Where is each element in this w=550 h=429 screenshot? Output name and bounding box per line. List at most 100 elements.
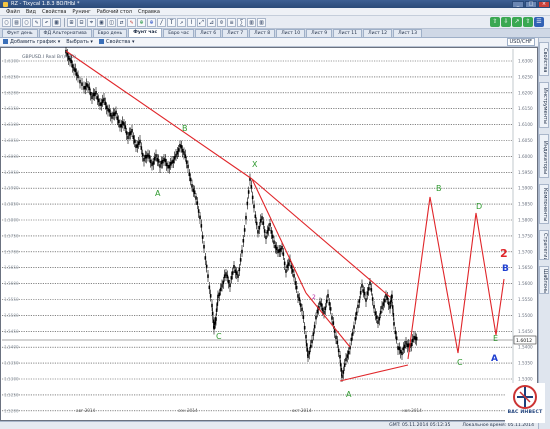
side-tab-strategies[interactable]: Стратегии xyxy=(539,230,549,260)
grid-icon[interactable]: ▦ xyxy=(52,17,61,27)
zoom-out-icon[interactable]: ⊟ xyxy=(77,17,86,27)
left-price-tick-label: 1.5250 xyxy=(4,392,19,397)
menu-desktop[interactable]: Рабочий стол xyxy=(94,9,135,15)
candle-body xyxy=(299,303,302,307)
candle-body xyxy=(237,274,239,278)
candle-body xyxy=(382,302,385,306)
menu-running[interactable]: Рунинг xyxy=(69,9,93,15)
layout-icon[interactable]: ▥ xyxy=(247,17,256,27)
menu-help[interactable]: Справка xyxy=(135,9,163,15)
sum-icon[interactable]: ∑ xyxy=(237,17,246,27)
menu-properties[interactable]: Свойства xyxy=(39,9,69,15)
edit-icon[interactable]: ✎ xyxy=(32,17,41,27)
triangle-tool-icon[interactable]: ⊿ xyxy=(207,17,216,27)
undo-icon[interactable]: ↶ xyxy=(42,17,51,27)
menu-view[interactable]: Вид xyxy=(23,9,39,15)
side-tab-components[interactable]: Компоненты xyxy=(539,184,549,224)
levels-icon[interactable]: ≡ xyxy=(227,17,236,27)
add-indicator-icon[interactable]: ⊕ xyxy=(137,17,146,27)
left-price-tick-label: 1.5950 xyxy=(4,170,19,175)
minimize-button[interactable]: _ xyxy=(512,0,524,8)
frame-icon[interactable]: ▣ xyxy=(97,17,106,27)
candle-body xyxy=(333,329,336,333)
tab-evro-den[interactable]: Евро день xyxy=(92,29,128,37)
tab-list-6[interactable]: Лист 6 xyxy=(195,29,222,37)
candle-body xyxy=(95,91,97,95)
candle-body xyxy=(303,325,306,330)
add-object-icon[interactable]: ⊕ xyxy=(147,17,156,27)
tab-list-12[interactable]: Лист 12 xyxy=(363,29,393,37)
line-tool-icon[interactable]: / xyxy=(157,17,166,27)
layout-alt-icon[interactable]: ▥ xyxy=(257,17,266,27)
wave-label: A xyxy=(155,189,161,198)
price-grid xyxy=(2,60,513,412)
tab-fd-alternativa[interactable]: ФД Альтернатива xyxy=(38,29,92,37)
add-chart-button[interactable]: Добавить график ▾ xyxy=(3,39,60,45)
tab-evro-chas[interactable]: Евро час xyxy=(163,29,195,37)
zoom-in-icon[interactable]: ⊞ xyxy=(67,17,76,27)
candle-body xyxy=(361,284,363,288)
candle-body xyxy=(226,274,229,279)
chart-icon xyxy=(3,39,8,44)
candle-body xyxy=(148,155,151,159)
candle-body xyxy=(263,229,266,233)
candle-body xyxy=(222,280,225,285)
price-tick-label: 1.5700 xyxy=(518,249,533,254)
price-tick-label: 1.6000 xyxy=(518,154,533,159)
save-icon[interactable]: ▢ xyxy=(22,17,31,27)
side-panel-strip: Свойства Инструменты Индикаторы Компонен… xyxy=(538,38,550,429)
arrow-tool-icon[interactable]: ↗ xyxy=(177,17,186,27)
candle-body xyxy=(205,264,208,269)
wave-tool-icon[interactable]: ⌇ xyxy=(187,17,196,27)
price-tick-label: 1.5800 xyxy=(518,218,533,223)
menu-icon[interactable]: ☰ xyxy=(534,17,544,27)
menu-file[interactable]: Файл xyxy=(3,9,23,15)
candle-body xyxy=(187,164,189,169)
expand-icon[interactable]: ⤢ xyxy=(197,17,206,27)
chart-toolbar: Добавить график ▾ Выбрать ▾ Свойства ▾ U… xyxy=(0,38,538,47)
candle-body xyxy=(305,335,307,339)
tab-list-8[interactable]: Лист 8 xyxy=(249,29,276,37)
properties-button[interactable]: Свойства ▾ xyxy=(98,39,134,45)
maximize-button[interactable]: □ xyxy=(525,0,537,8)
upload-icon[interactable]: ⇧ xyxy=(523,17,533,27)
select-button[interactable]: Выбрать ▾ xyxy=(66,39,93,45)
candle-body xyxy=(221,284,223,288)
new-icon[interactable]: ▢ xyxy=(2,17,11,27)
text-tool-icon[interactable]: T xyxy=(167,17,176,27)
pencil-icon[interactable]: ✎ xyxy=(127,17,136,27)
close-button[interactable]: × xyxy=(538,0,550,8)
tab-funt-chas[interactable]: Фунт час xyxy=(128,28,163,37)
circle-tool-icon[interactable]: ⊙ xyxy=(217,17,226,27)
side-tab-indicators[interactable]: Индикаторы xyxy=(539,134,549,178)
tab-list-11[interactable]: Лист 11 xyxy=(333,29,363,37)
tab-list-13[interactable]: Лист 13 xyxy=(393,29,423,37)
side-tab-tools[interactable]: Инструменты xyxy=(539,82,549,128)
trend-icon[interactable]: ↗ xyxy=(512,17,522,27)
candle-body xyxy=(387,301,390,306)
left-price-tick-label: 1.5200 xyxy=(4,408,19,413)
candle-body xyxy=(132,135,135,140)
side-tab-properties[interactable]: Свойства xyxy=(539,42,549,76)
price-tick-label: 1.5950 xyxy=(518,170,533,175)
candle-body xyxy=(172,159,175,164)
open-icon[interactable]: ▤ xyxy=(12,17,21,27)
tab-list-10[interactable]: Лист 10 xyxy=(276,29,306,37)
split-icon[interactable]: ◫ xyxy=(107,17,116,27)
candle-body xyxy=(88,86,91,91)
crosshair-icon[interactable]: ⌖ xyxy=(87,17,96,27)
symbol-select[interactable]: USD/CHF xyxy=(506,38,535,46)
left-price-tick-label: 1.6200 xyxy=(4,90,19,95)
side-tab-templates[interactable]: Шаблоны xyxy=(539,266,549,294)
swap-icon[interactable]: ⇄ xyxy=(117,17,126,27)
tab-list-7[interactable]: Лист 7 xyxy=(222,29,249,37)
current-price-label: 1.6012 xyxy=(516,338,532,344)
price-chart[interactable]: 1.6300 1.6300 1.6250 1.6250 1.6200 1.6200 1.61… xyxy=(0,47,538,421)
candle-body xyxy=(127,135,129,140)
tab-funt-den[interactable]: Фунт день xyxy=(2,29,38,37)
tab-list-9[interactable]: Лист 9 xyxy=(306,29,333,37)
arrow-down-icon[interactable]: ⇩ xyxy=(501,17,511,27)
candle-body xyxy=(315,315,317,320)
candle-body xyxy=(369,281,371,286)
arrow-up-icon[interactable]: ⇧ xyxy=(490,17,500,27)
